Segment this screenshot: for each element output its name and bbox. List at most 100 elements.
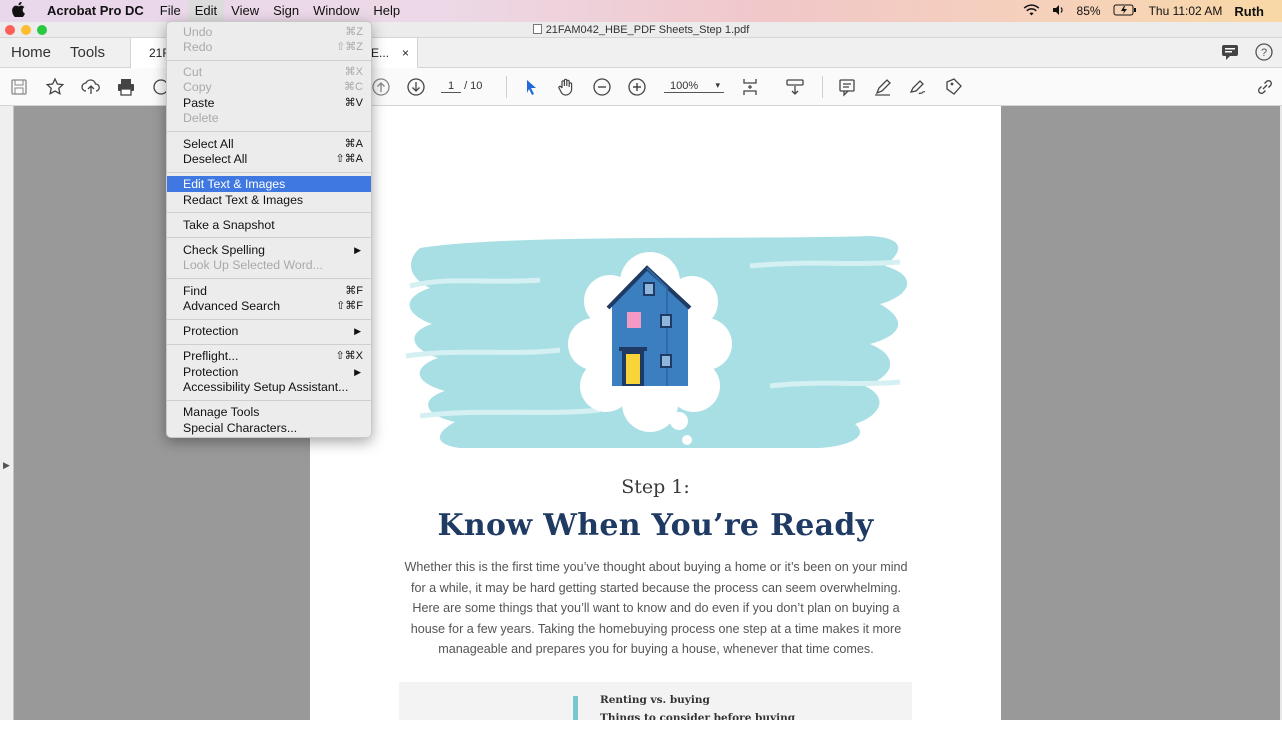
menu-item-label: Delete xyxy=(183,111,219,125)
minimize-window-button[interactable] xyxy=(21,25,31,35)
battery-percent: 85% xyxy=(1076,4,1101,18)
menu-item-copy[interactable]: Copy ⌘C xyxy=(167,79,371,95)
comment-icon[interactable] xyxy=(836,76,858,98)
tab-close-button[interactable]: × xyxy=(402,38,409,68)
toolbar-divider xyxy=(822,76,823,98)
cloud-upload-icon[interactable] xyxy=(80,76,102,98)
menu-item-deselect-all[interactable]: Deselect All ⇧⌘A xyxy=(167,151,371,167)
pdf-file-icon xyxy=(532,24,542,34)
menu-item-delete[interactable]: Delete xyxy=(167,110,371,126)
tab-home[interactable]: Home xyxy=(11,38,51,68)
menu-divider xyxy=(167,319,371,320)
stamp-icon[interactable] xyxy=(943,76,965,98)
menu-item-paste[interactable]: Paste ⌘V xyxy=(167,95,371,111)
zoom-level-select[interactable]: 100% ▾ xyxy=(664,80,724,93)
menu-item-manage-tools[interactable]: Manage Tools xyxy=(167,404,371,420)
comment-bubble-icon[interactable] xyxy=(1220,42,1240,67)
menu-divider xyxy=(167,131,371,132)
wifi-icon[interactable] xyxy=(1023,3,1040,19)
menu-item-cut[interactable]: Cut ⌘X xyxy=(167,64,371,80)
menu-item-label: Deselect All xyxy=(183,152,248,166)
scroll-mode-icon[interactable] xyxy=(784,76,806,98)
page-number-input[interactable]: 1 xyxy=(441,80,461,93)
menu-item-label: Accessibility Setup Assistant... xyxy=(183,380,349,394)
page-total: / 10 xyxy=(464,80,483,92)
menu-window[interactable]: Window xyxy=(306,0,366,22)
apple-icon[interactable] xyxy=(12,1,28,20)
menu-item-label: Select All xyxy=(183,137,234,151)
menu-item-redo[interactable]: Redo ⇧⌘Z xyxy=(167,39,371,55)
zoom-out-icon[interactable] xyxy=(591,76,613,98)
menu-item-special-characters[interactable]: Special Characters... xyxy=(167,420,371,436)
menu-item-label: Manage Tools xyxy=(183,405,260,419)
menu-item-label: Undo xyxy=(183,25,213,39)
menu-item-check-spelling[interactable]: Check Spelling ▶ xyxy=(167,242,371,258)
menu-item-label: Redact Text & Images xyxy=(183,193,304,207)
menu-item-shortcut: ⌘Z xyxy=(345,26,363,38)
menu-item-label: Look Up Selected Word... xyxy=(183,258,323,272)
callout-item: Renting vs. buying xyxy=(600,694,710,706)
menu-sign[interactable]: Sign xyxy=(266,0,306,22)
menu-item-redact-text-images[interactable]: Redact Text & Images xyxy=(167,192,371,208)
menu-item-shortcut: ⇧⌘F xyxy=(336,300,363,312)
pen-icon[interactable] xyxy=(872,76,894,98)
previous-page-icon[interactable] xyxy=(370,76,392,98)
menu-item-label: Cut xyxy=(183,65,203,79)
document-headline: Know When You’re Ready xyxy=(437,508,874,543)
window-title: 21FAM042_HBE_PDF Sheets_Step 1.pdf xyxy=(545,24,750,36)
menu-item-accessibility-setup[interactable]: Accessibility Setup Assistant... xyxy=(167,379,371,395)
share-link-icon[interactable] xyxy=(1254,76,1276,98)
menu-item-protection[interactable]: Protection ▶ xyxy=(167,323,371,339)
svg-text:?: ? xyxy=(1261,47,1267,59)
chevron-down-icon: ▾ xyxy=(715,80,720,90)
left-panel-toggle[interactable]: ▶ xyxy=(0,106,14,720)
volume-icon[interactable] xyxy=(1052,4,1065,19)
save-icon[interactable] xyxy=(8,76,30,98)
user-name[interactable]: Ruth xyxy=(1234,4,1264,19)
menu-item-advanced-search[interactable]: Advanced Search ⇧⌘F xyxy=(167,298,371,314)
zoom-window-button[interactable] xyxy=(37,25,47,35)
menu-app-name[interactable]: Acrobat Pro DC xyxy=(40,0,151,22)
menu-item-label: Preflight... xyxy=(183,349,239,363)
menu-divider xyxy=(167,400,371,401)
tab-document-label-end: E... xyxy=(371,46,390,60)
expand-panel-icon[interactable]: ▶ xyxy=(3,460,10,471)
menu-divider xyxy=(167,60,371,61)
menu-item-label: Redo xyxy=(183,40,213,54)
body-line: for a while, it may be hard getting star… xyxy=(410,580,901,595)
menu-view[interactable]: View xyxy=(224,0,266,22)
topics-callout: Renting vs. buying Things to consider be… xyxy=(399,682,912,720)
zoom-level-value: 100% xyxy=(670,80,699,92)
system-menubar: Acrobat Pro DC File Edit View Sign Windo… xyxy=(0,0,1282,22)
menu-help[interactable]: Help xyxy=(366,0,407,22)
pdf-page[interactable]: Step 1: Know When You’re Ready Whether t… xyxy=(310,106,1001,720)
clock[interactable]: Thu 11:02 AM xyxy=(1149,4,1223,18)
zoom-in-icon[interactable] xyxy=(626,76,648,98)
menu-item-shortcut: ⌘C xyxy=(344,81,363,93)
next-page-icon[interactable] xyxy=(405,76,427,98)
star-icon[interactable] xyxy=(44,76,66,98)
body-paragraph: Whether this is the first time you’ve th… xyxy=(396,557,916,660)
select-cursor-icon[interactable] xyxy=(520,76,542,98)
menu-file[interactable]: File xyxy=(153,0,188,22)
menu-item-protection-2[interactable]: Protection ▶ xyxy=(167,364,371,380)
print-icon[interactable] xyxy=(115,76,137,98)
menu-item-label: Protection xyxy=(183,324,239,338)
menu-item-look-up-word[interactable]: Look Up Selected Word... xyxy=(167,257,371,273)
menu-item-find[interactable]: Find ⌘F xyxy=(167,283,371,299)
hand-tool-icon[interactable] xyxy=(555,76,577,98)
tab-tools[interactable]: Tools xyxy=(70,38,105,68)
menu-edit[interactable]: Edit xyxy=(187,0,225,22)
sign-icon[interactable] xyxy=(907,76,929,98)
menu-item-preflight[interactable]: Preflight... ⇧⌘X xyxy=(167,348,371,364)
menu-item-select-all[interactable]: Select All ⌘A xyxy=(167,136,371,152)
menu-divider xyxy=(167,172,371,173)
menu-item-shortcut: ⇧⌘X xyxy=(335,350,363,362)
battery-icon[interactable] xyxy=(1113,4,1137,19)
menu-item-take-snapshot[interactable]: Take a Snapshot xyxy=(167,217,371,233)
close-window-button[interactable] xyxy=(5,25,15,35)
menu-item-undo[interactable]: Undo ⌘Z xyxy=(167,24,371,40)
fit-page-icon[interactable] xyxy=(740,76,762,98)
menu-item-edit-text-images[interactable]: Edit Text & Images xyxy=(167,176,371,192)
help-icon[interactable]: ? xyxy=(1254,42,1274,67)
